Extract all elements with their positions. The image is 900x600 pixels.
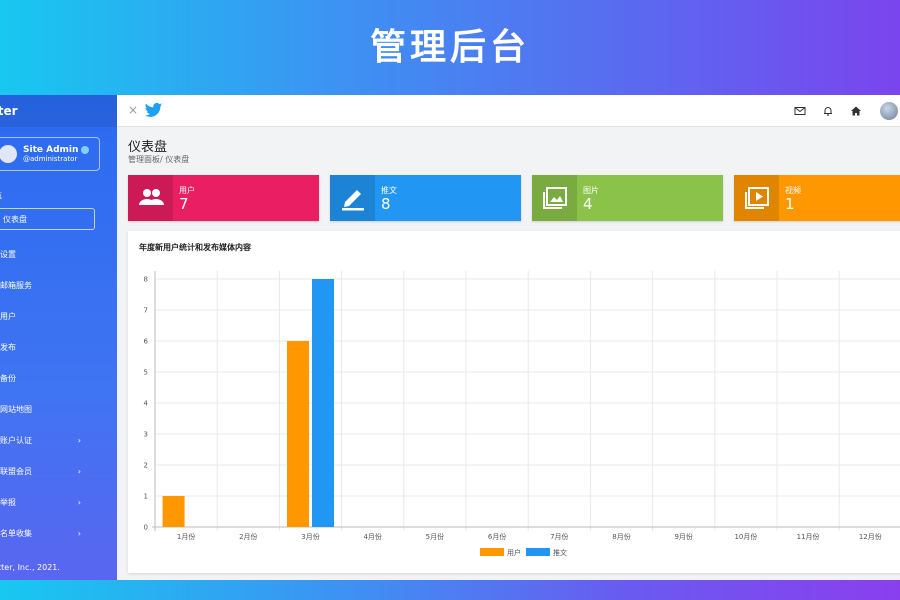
sidebar-item[interactable]: 网站地图: [0, 394, 117, 425]
stat-card-users[interactable]: 用户 7: [128, 175, 319, 221]
sidebar-item[interactable]: 名单收集 ›: [0, 518, 117, 549]
sidebar-item[interactable]: 用户: [0, 301, 117, 332]
sidebar-item[interactable]: 设置: [0, 239, 117, 270]
top-bar: ×: [117, 95, 900, 127]
sidebar-item-label: 仪表盘: [3, 214, 27, 224]
profile-card[interactable]: Site Admin @administrator: [0, 137, 100, 171]
sidebar: tter Site Admin @administrator 航 仪表盘设置邮箱…: [0, 95, 117, 580]
x-tick-label: 9月份: [674, 532, 692, 541]
bar-chart: 0 1 2 3 4 5 6 7 8 1月份 2月份 3月份 4月份 5月份 6月份 7月份 8月份 9月份 10月份…: [144, 271, 900, 557]
chart-card: 年度新用户统计和发布媒体内容 0 1 2 3 4 5 6 7 8 1月份 2月份 3月份 4月份 5月份 6…: [128, 231, 900, 573]
legend-label: 推文: [553, 548, 567, 557]
x-tick-label: 3月份: [301, 532, 319, 541]
image-icon: [532, 175, 577, 221]
legend-swatch: [526, 548, 550, 556]
y-tick-label: 2: [144, 462, 148, 470]
stat-value: 4: [583, 195, 593, 213]
y-tick-label: 4: [144, 400, 149, 408]
profile-name-row: Site Admin: [23, 145, 90, 155]
chevron-right-icon: ›: [77, 467, 81, 476]
stat-card-images[interactable]: 图片 4: [532, 175, 723, 221]
x-tick-label: 8月份: [612, 532, 630, 541]
sidebar-item-label: 举报: [0, 498, 16, 507]
chevron-right-icon: ›: [77, 529, 81, 538]
bar-users: [287, 341, 309, 527]
profile-name: Site Admin: [23, 145, 79, 155]
sidebar-item[interactable]: 举报 ›: [0, 487, 117, 518]
sidebar-item[interactable]: 邮箱服务: [0, 270, 117, 301]
stat-card-videos[interactable]: 视频 1: [734, 175, 900, 221]
breadcrumb: 管理面板/ 仪表盘: [128, 155, 190, 164]
page-title: 仪表盘: [128, 140, 168, 155]
y-tick-label: 8: [144, 276, 148, 284]
x-tick-label: 12月份: [859, 532, 882, 541]
sidebar-item[interactable]: 联盟会员 ›: [0, 456, 117, 487]
bar-tweets: [312, 279, 334, 527]
legend-swatch: [480, 548, 504, 556]
sidebar-item-label: 账户认证: [0, 436, 32, 445]
pen-icon: [330, 175, 375, 221]
video-icon: [734, 175, 779, 221]
copyright: tter, Inc., 2021.: [0, 563, 60, 572]
x-tick-label: 7月份: [550, 532, 568, 541]
nav-heading: 航: [0, 190, 2, 201]
sidebar-item[interactable]: 备份: [0, 363, 117, 394]
home-icon[interactable]: [850, 105, 862, 117]
sidebar-item[interactable]: 仪表盘: [0, 208, 95, 230]
sidebar-item[interactable]: 账户认证 ›: [0, 425, 117, 456]
stat-value: 8: [381, 195, 391, 213]
x-tick-label: 4月份: [363, 532, 381, 541]
sidebar-item-label: 邮箱服务: [0, 281, 32, 290]
sidebar-item-label: 网站地图: [0, 405, 32, 414]
sidebar-item-label: 设置: [0, 250, 16, 259]
x-tick-label: 11月份: [797, 532, 820, 541]
stat-card-tweets[interactable]: 推文 8: [330, 175, 521, 221]
chevron-right-icon: ›: [77, 436, 81, 445]
brand-name[interactable]: tter: [0, 95, 117, 127]
nav-list: 仪表盘设置邮箱服务用户发布备份网站地图账户认证 › 联盟会员 › 举报 › 名单收集 ›: [0, 208, 117, 549]
y-tick-label: 3: [144, 431, 148, 439]
close-icon[interactable]: ×: [128, 103, 138, 117]
main-content: × 仪表盘 管理面板/ 仪表盘 用户 7 推文 8 图片 4 视频 1 年度新用…: [117, 95, 900, 580]
x-tick-label: 6月份: [488, 532, 506, 541]
profile-handle: @administrator: [23, 155, 78, 163]
y-tick-label: 7: [144, 307, 148, 315]
x-tick-label: 5月份: [426, 532, 444, 541]
bell-icon[interactable]: [822, 105, 834, 117]
stat-value: 1: [785, 195, 795, 213]
avatar: [0, 145, 17, 163]
x-tick-label: 10月份: [734, 532, 757, 541]
legend-label: 用户: [507, 548, 521, 557]
sidebar-item-label: 联盟会员: [0, 467, 32, 476]
mail-icon[interactable]: [794, 105, 806, 117]
y-tick-label: 1: [144, 493, 148, 501]
users-icon: [128, 175, 173, 221]
banner-title: 管理后台: [369, 27, 530, 68]
sidebar-item[interactable]: 发布: [0, 332, 117, 363]
sidebar-item-label: 用户: [0, 312, 16, 321]
y-tick-label: 6: [144, 338, 149, 346]
x-tick-label: 2月份: [239, 532, 257, 541]
sidebar-item-label: 备份: [0, 374, 16, 383]
twitter-bird-icon[interactable]: [144, 101, 163, 120]
y-tick-label: 0: [144, 524, 148, 532]
bar-users: [162, 496, 185, 527]
sidebar-item-label: 名单收集: [0, 529, 32, 538]
bottom-strip: [0, 580, 900, 600]
chevron-right-icon: ›: [77, 498, 81, 507]
stat-value: 7: [179, 195, 189, 213]
x-tick-label: 1月份: [177, 532, 195, 541]
y-tick-label: 5: [144, 369, 148, 377]
sidebar-item-label: 发布: [0, 343, 16, 352]
user-avatar[interactable]: [880, 102, 898, 120]
verified-icon: [81, 146, 90, 154]
